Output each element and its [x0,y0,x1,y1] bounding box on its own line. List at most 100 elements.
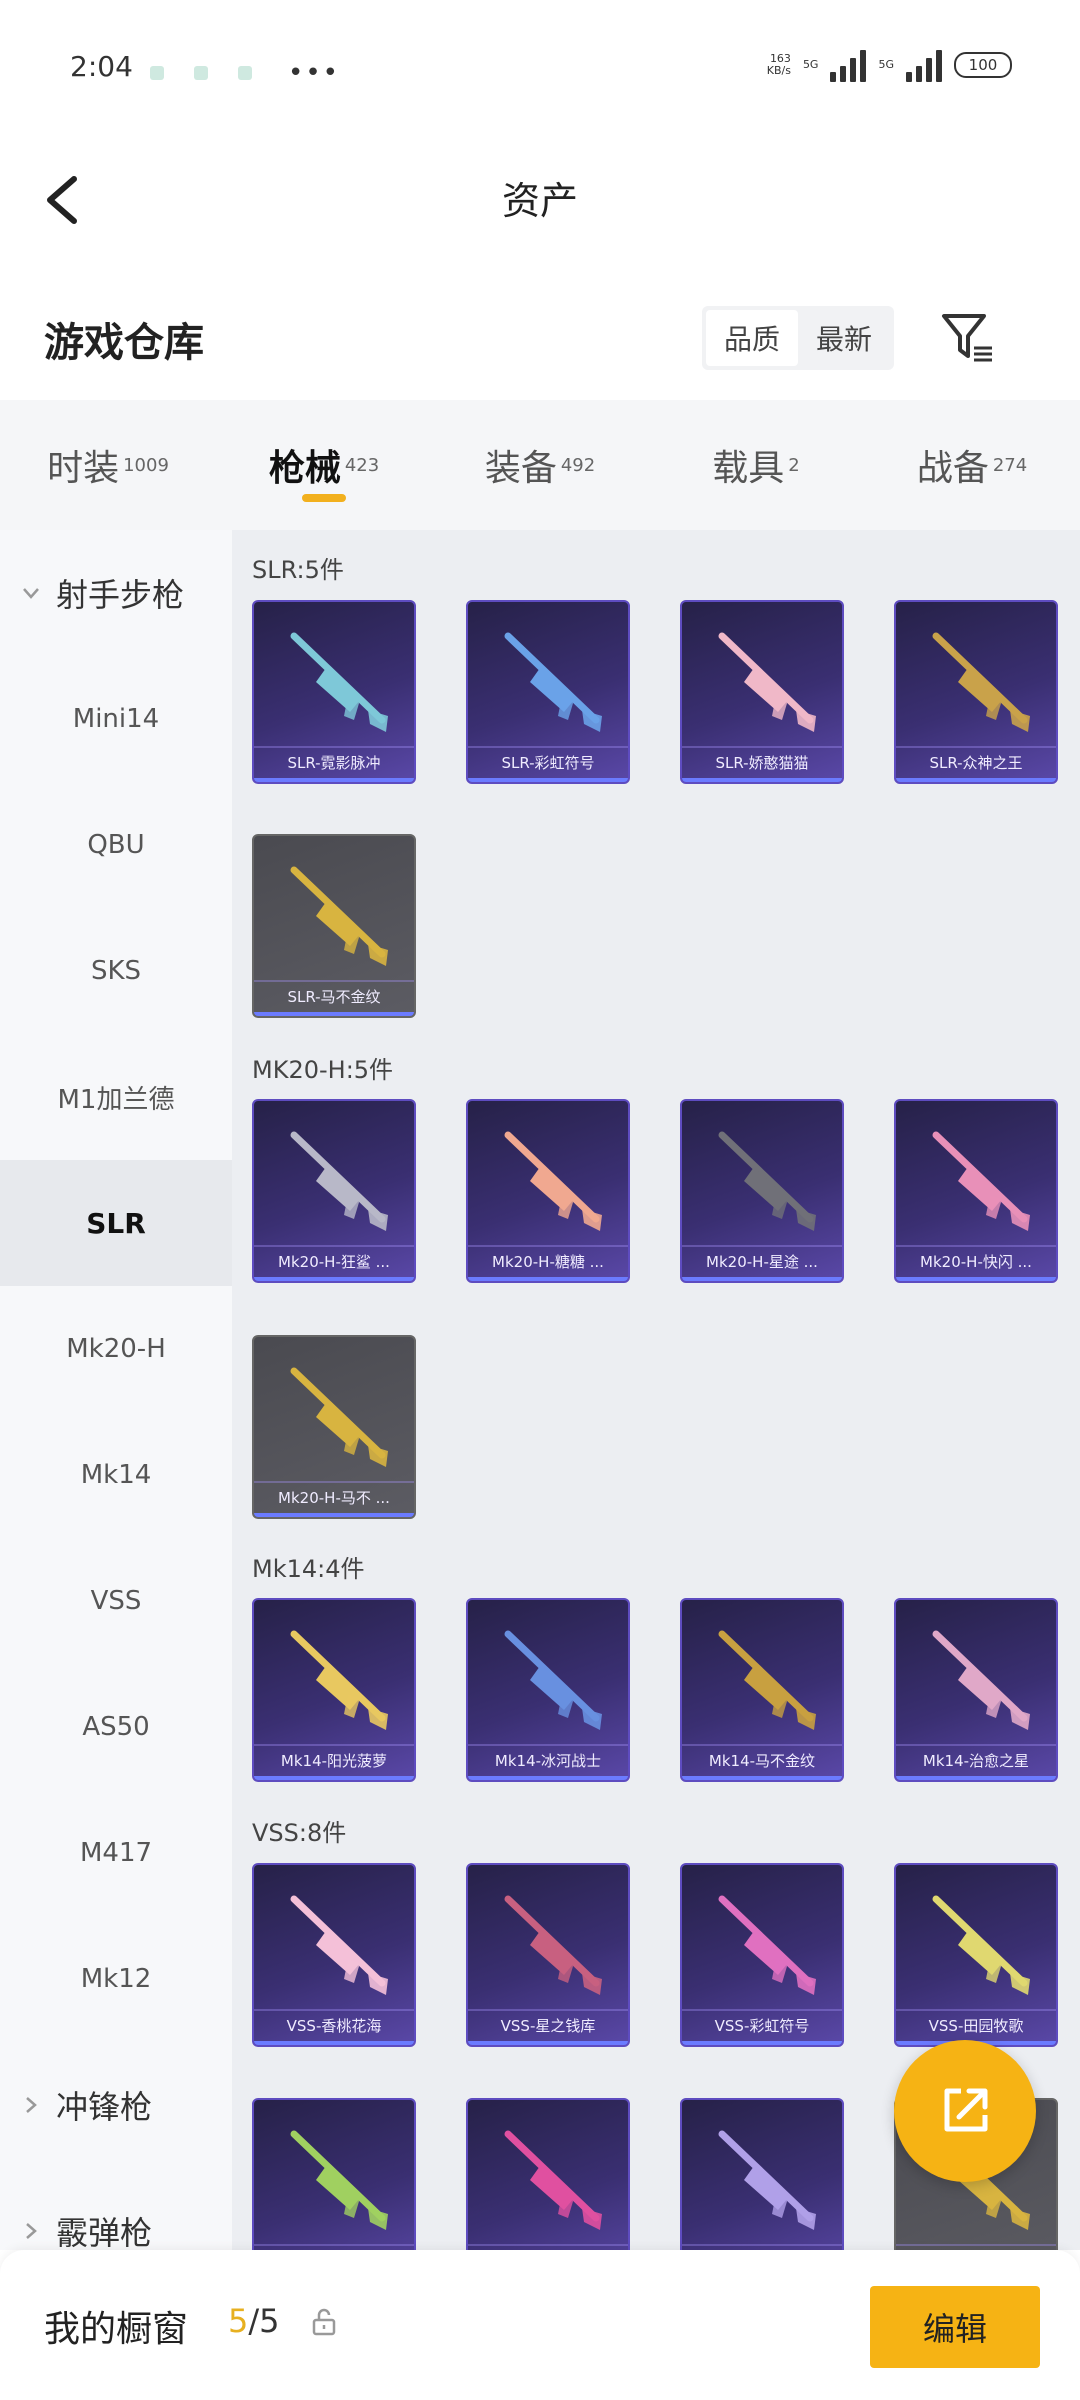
chevron-right-icon [20,2094,42,2116]
sidebar-item-qbu[interactable]: QBU [0,782,232,908]
weapon-card[interactable]: Mk20-H-星途 ... [680,1099,844,1283]
sidebar-item-mk20h[interactable]: Mk20-H [0,1286,232,1412]
sidebar-item-mk12[interactable]: Mk12 [0,1916,232,2042]
weapon-card[interactable]: SLR-众神之王 [894,600,1058,784]
category-tabs: 时装 1009 枪械 423 装备 492 载具 2 战备 274 [0,400,1080,530]
tab-firearms[interactable]: 枪械 423 [216,400,432,530]
weapon-card[interactable]: Mk20-H-马不 ... [252,1335,416,1519]
showcase-count: 5/5 [228,2302,280,2340]
weapon-card[interactable]: SLR-彩虹符号 [466,600,630,784]
weapon-name: SLR-马不金纹 [287,988,381,1006]
filter-icon [942,314,992,362]
weapon-card[interactable]: VSS-田园牧歌 [894,1863,1058,2047]
weapon-card[interactable]: Mk20-H-糖糖 ... [466,1099,630,1283]
notification-icons: ••• [150,58,340,88]
app-bar: 资产 [0,140,1080,260]
card-accent-bar [254,1277,414,1281]
card-accent-bar [468,778,628,782]
rifle-icon [504,1630,602,1730]
rifle-icon [932,1895,1030,1995]
weapon-name: VSS-星之钱库 [500,2017,596,2035]
weapon-name: SLR-娇憨猫猫 [715,754,809,772]
weapon-card[interactable]: Mk14-冰河战士 [466,1598,630,1782]
weapon-name: Mk14-阳光菠萝 [280,1752,388,1770]
weapon-card[interactable]: VSS-彩虹符号 [680,1863,844,2047]
share-button[interactable] [894,2040,1036,2182]
group-label: Mk14:4件 [252,1555,365,1583]
chevron-down-icon [20,582,42,604]
weapon-name: Mk20-H-星途 ... [706,1253,818,1271]
card-accent-bar [254,1012,414,1016]
sidebar-item-slr[interactable]: SLR [0,1160,232,1286]
sidebar-group-smg[interactable]: 冲锋枪 [0,2042,232,2168]
edit-button[interactable]: 编辑 [870,2286,1040,2368]
weapon-card[interactable]: Mk20-H-快闪 ... [894,1099,1058,1283]
card-accent-bar [254,1513,414,1517]
card-accent-bar [896,1776,1056,1780]
sidebar-item-vss[interactable]: VSS [0,1538,232,1664]
weapon-name: SLR-霓影脉冲 [287,754,381,772]
sort-by-newest[interactable]: 最新 [798,310,890,366]
weapon-card[interactable] [680,2098,844,2250]
rifle-icon [504,1895,602,1995]
weapon-name: Mk20-H-马不 ... [278,1489,390,1507]
filter-button[interactable] [938,308,998,368]
tab-supplies[interactable]: 战备 274 [864,400,1080,530]
card-accent-bar [254,778,414,782]
rifle-icon [504,632,602,732]
weapon-card[interactable] [466,2098,630,2250]
weapon-name: Mk14-冰河战士 [494,1752,602,1770]
sidebar-item-mini14[interactable]: Mini14 [0,656,232,782]
signal-icon [906,48,942,82]
rifle-icon [504,2130,602,2230]
sort-by-quality[interactable]: 品质 [706,310,798,366]
weapon-card[interactable] [252,2098,416,2250]
weapon-card[interactable]: Mk14-治愈之星 [894,1598,1058,1782]
rifle-icon [290,2130,388,2230]
card-accent-bar [468,1776,628,1780]
tab-equipment[interactable]: 装备 492 [432,400,648,530]
weapon-name: Mk20-H-快闪 ... [920,1253,1032,1271]
weapon-card[interactable]: VSS-香桃花海 [252,1863,416,2047]
card-accent-bar [682,1277,842,1281]
rifle-icon [718,1131,816,1231]
rifle-icon [932,1630,1030,1730]
weapon-card[interactable]: VSS-星之钱库 [466,1863,630,2047]
card-accent-bar [682,2041,842,2045]
sidebar-item-mk14[interactable]: Mk14 [0,1412,232,1538]
card-accent-bar [254,1776,414,1780]
sidebar-item-as50[interactable]: AS50 [0,1664,232,1790]
rifle-icon [718,632,816,732]
weapon-card[interactable]: Mk14-马不金纹 [680,1598,844,1782]
weapon-card[interactable]: Mk20-H-狂鲨 ... [252,1099,416,1283]
weapon-name: VSS-彩虹符号 [714,2017,810,2035]
card-accent-bar [468,2041,628,2045]
sidebar-item-m417[interactable]: M417 [0,1790,232,1916]
weapon-name: Mk20-H-狂鲨 ... [278,1253,390,1271]
share-icon [944,2088,988,2132]
signal-label-2: 5G [878,58,894,71]
weapon-card[interactable]: SLR-霓影脉冲 [252,600,416,784]
weapon-card[interactable]: Mk14-阳光菠萝 [252,1598,416,1782]
status-time: 2:04 [70,50,133,83]
notification-icon [194,66,208,80]
showcase-bar: 我的橱窗 5/5 编辑 [0,2250,1080,2400]
weapon-name: SLR-彩虹符号 [501,754,595,772]
weapon-card[interactable]: SLR-娇憨猫猫 [680,600,844,784]
tab-vehicles[interactable]: 载具 2 [648,400,864,530]
notification-icon [238,66,252,80]
sidebar-item-sks[interactable]: SKS [0,908,232,1034]
card-accent-bar [468,1277,628,1281]
weapon-name: VSS-香桃花海 [286,2017,382,2035]
weapon-name: Mk20-H-糖糖 ... [492,1253,604,1271]
weapon-card[interactable]: SLR-马不金纹 [252,834,416,1018]
rifle-icon [290,1131,388,1231]
rifle-icon [718,1895,816,1995]
tab-fashion[interactable]: 时装 1009 [0,400,216,530]
sidebar-item-m1[interactable]: M1加兰德 [0,1034,232,1160]
section-title: 游戏仓库 [44,320,204,366]
rifle-icon [290,632,388,732]
network-speed: 163 KB/s [766,52,791,77]
chevron-right-icon [20,2220,42,2242]
sidebar-group-marksman[interactable]: 射手步枪 [0,530,232,656]
